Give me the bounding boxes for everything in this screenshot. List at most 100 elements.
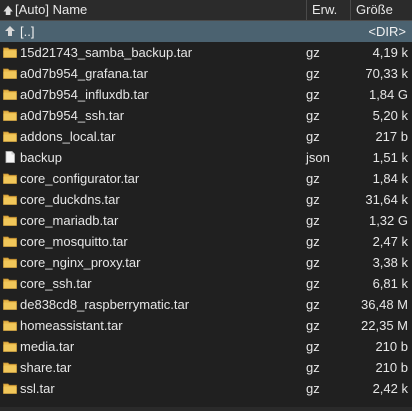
file-row[interactable]: addons_local.tar gz 217 b <box>0 126 412 147</box>
file-size: 70,33 k <box>365 66 408 81</box>
file-name: core_mariadb.tar <box>20 213 119 228</box>
file-size: 4,19 k <box>372 45 408 60</box>
column-header: 🡅 [Auto] Name Erw. Größe <box>0 0 412 21</box>
file-extension: gz <box>306 108 320 123</box>
file-row[interactable]: a0d7b954_ssh.tar gz 5,20 k <box>0 105 412 126</box>
file-size: 1,51 k <box>372 150 408 165</box>
archive-folder-icon <box>3 194 17 205</box>
size-column-label: Größe <box>356 2 393 17</box>
file-extension: gz <box>306 339 320 354</box>
file-row[interactable]: backup json 1,51 k <box>0 147 412 168</box>
file-extension: gz <box>306 381 320 396</box>
parent-directory-size: <DIR> <box>368 24 406 39</box>
archive-folder-icon <box>3 215 17 226</box>
archive-folder-icon <box>3 236 17 247</box>
file-extension: gz <box>306 66 320 81</box>
file-name: a0d7b954_influxdb.tar <box>20 87 149 102</box>
archive-folder-icon <box>3 299 17 310</box>
file-size: 1,32 G <box>368 213 408 228</box>
archive-folder-icon <box>3 173 17 184</box>
file-size: 1,84 k <box>372 171 408 186</box>
file-name: core_nginx_proxy.tar <box>20 255 141 270</box>
file-row[interactable]: a0d7b954_influxdb.tar gz 1,84 G <box>0 84 412 105</box>
file-row[interactable]: ssl.tar gz 2,42 k <box>0 378 412 399</box>
file-row[interactable]: core_mariadb.tar gz 1,32 G <box>0 210 412 231</box>
file-extension: json <box>306 150 330 165</box>
archive-folder-icon <box>3 341 17 352</box>
archive-folder-icon <box>3 89 17 100</box>
file-row[interactable]: share.tar gz 210 b <box>0 357 412 378</box>
archive-folder-icon <box>3 320 17 331</box>
file-row[interactable]: 15d21743_samba_backup.tar gz 4,19 k <box>0 42 412 63</box>
file-name: homeassistant.tar <box>20 318 123 333</box>
file-name: addons_local.tar <box>20 129 116 144</box>
file-row[interactable]: media.tar gz 210 b <box>0 336 412 357</box>
file-size: 2,47 k <box>372 234 408 249</box>
horizontal-scrollbar[interactable] <box>0 407 412 411</box>
file-row[interactable]: core_mosquitto.tar gz 2,47 k <box>0 231 412 252</box>
file-row[interactable]: core_nginx_proxy.tar gz 3,38 k <box>0 252 412 273</box>
file-size: 36,48 M <box>361 297 408 312</box>
archive-folder-icon <box>3 110 17 121</box>
parent-dir-arrow-icon <box>5 26 15 36</box>
archive-folder-icon <box>3 362 17 373</box>
file-row[interactable]: homeassistant.tar gz 22,35 M <box>0 315 412 336</box>
file-extension: gz <box>306 318 320 333</box>
file-name: core_configurator.tar <box>20 171 140 186</box>
file-name: core_ssh.tar <box>20 276 92 291</box>
parent-directory-name: [..] <box>20 24 35 39</box>
file-size: 22,35 M <box>361 318 408 333</box>
file-name: share.tar <box>20 360 72 375</box>
extension-column-header[interactable]: Erw. <box>306 0 350 20</box>
file-extension: gz <box>306 234 320 249</box>
file-name: core_mosquitto.tar <box>20 234 128 249</box>
file-size: 6,81 k <box>372 276 408 291</box>
file-row[interactable]: core_configurator.tar gz 1,84 k <box>0 168 412 189</box>
file-name: a0d7b954_ssh.tar <box>20 108 125 123</box>
file-row[interactable]: core_ssh.tar gz 6,81 k <box>0 273 412 294</box>
file-size: 210 b <box>375 339 408 354</box>
file-extension: gz <box>306 192 320 207</box>
file-extension: gz <box>306 276 320 291</box>
archive-folder-icon <box>3 257 17 268</box>
file-extension: gz <box>306 171 320 186</box>
file-name: ssl.tar <box>20 381 55 396</box>
file-name: media.tar <box>20 339 75 354</box>
file-size: 3,38 k <box>372 255 408 270</box>
archive-folder-icon <box>3 131 17 142</box>
file-row[interactable]: de838cd8_raspberrymatic.tar gz 36,48 M <box>0 294 412 315</box>
file-name: core_duckdns.tar <box>20 192 120 207</box>
file-extension: gz <box>306 45 320 60</box>
file-icon <box>5 151 15 163</box>
size-column-header[interactable]: Größe <box>350 0 412 20</box>
file-extension: gz <box>306 87 320 102</box>
file-extension: gz <box>306 213 320 228</box>
file-row[interactable]: core_duckdns.tar gz 31,64 k <box>0 189 412 210</box>
extension-column-label: Erw. <box>312 2 338 17</box>
name-column-header[interactable]: 🡅 [Auto] Name <box>0 0 306 20</box>
file-extension: gz <box>306 255 320 270</box>
file-size: 5,20 k <box>372 108 408 123</box>
file-size: 217 b <box>375 129 408 144</box>
archive-folder-icon <box>3 278 17 289</box>
archive-folder-icon <box>3 47 17 58</box>
file-list: [..] <DIR> 15d21743_samba_backup.tar gz 4,… <box>0 21 412 399</box>
file-size: 210 b <box>375 360 408 375</box>
file-name: a0d7b954_grafana.tar <box>20 66 148 81</box>
name-column-label: [Auto] Name <box>15 2 88 17</box>
file-name: 15d21743_samba_backup.tar <box>20 45 193 60</box>
file-panel: 🡅 [Auto] Name Erw. Größe [..] <DIR> 15d21… <box>0 0 412 411</box>
file-size: 2,42 k <box>372 381 408 396</box>
file-row[interactable]: a0d7b954_grafana.tar gz 70,33 k <box>0 63 412 84</box>
parent-directory-row[interactable]: [..] <DIR> <box>0 21 412 42</box>
file-extension: gz <box>306 360 320 375</box>
file-name: backup <box>20 150 62 165</box>
file-size: 1,84 G <box>368 87 408 102</box>
archive-folder-icon <box>3 68 17 79</box>
sort-ascending-icon: 🡅 <box>3 6 14 17</box>
file-name: de838cd8_raspberrymatic.tar <box>20 297 190 312</box>
file-extension: gz <box>306 297 320 312</box>
archive-folder-icon <box>3 383 17 394</box>
file-extension: gz <box>306 129 320 144</box>
file-size: 31,64 k <box>365 192 408 207</box>
